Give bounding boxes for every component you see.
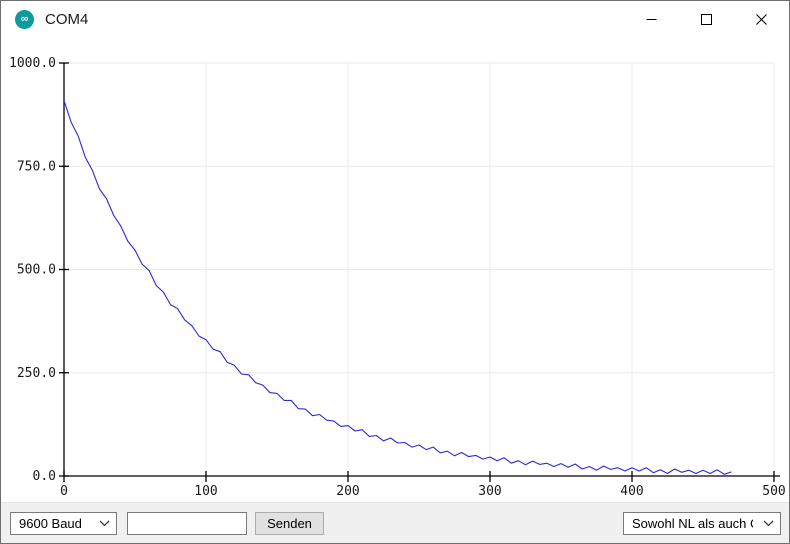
- gridlines: [64, 63, 774, 476]
- chevron-down-icon: [99, 520, 110, 527]
- svg-text:400: 400: [620, 484, 643, 499]
- svg-text:100: 100: [194, 484, 217, 499]
- svg-text:200: 200: [336, 484, 359, 499]
- minimize-icon: [646, 14, 657, 25]
- serial-message-input[interactable]: [127, 512, 247, 535]
- window-controls: [624, 1, 789, 37]
- line-ending-value: Sowohl NL als auch CR: [632, 516, 753, 531]
- arduino-logo-icon: ∞: [15, 10, 34, 29]
- chevron-down-icon: [763, 520, 774, 527]
- serial-plot: 0 100 200 300 400 500 0.0 250.0 500.0 750.0 1000.0: [1, 37, 790, 504]
- close-button[interactable]: [734, 1, 789, 37]
- svg-text:750.0: 750.0: [17, 159, 56, 174]
- svg-text:1000.0: 1000.0: [9, 56, 56, 71]
- maximize-icon: [701, 14, 712, 25]
- svg-text:500: 500: [762, 484, 785, 499]
- svg-text:300: 300: [478, 484, 501, 499]
- plot-area: 0 100 200 300 400 500 0.0 250.0 500.0 750.0 1000.0: [1, 37, 790, 504]
- data-series: [64, 101, 731, 475]
- svg-text:0.0: 0.0: [33, 469, 56, 484]
- svg-text:500.0: 500.0: [17, 263, 56, 278]
- window-title: COM4: [45, 11, 88, 28]
- close-icon: [756, 14, 767, 25]
- axis-ticks: [59, 63, 774, 482]
- serial-plotter-window: ∞ COM4: [0, 0, 790, 544]
- minimize-button[interactable]: [624, 1, 679, 37]
- maximize-button[interactable]: [679, 1, 734, 37]
- svg-text:0: 0: [60, 484, 68, 499]
- line-ending-select[interactable]: Sowohl NL als auch CR: [623, 512, 781, 535]
- baud-rate-value: 9600 Baud: [19, 516, 89, 531]
- baud-rate-select[interactable]: 9600 Baud: [10, 512, 117, 535]
- send-button[interactable]: Senden: [255, 512, 324, 535]
- tick-labels: 0 100 200 300 400 500 0.0 250.0 500.0 750.0 1000.0: [9, 56, 786, 499]
- svg-text:250.0: 250.0: [17, 366, 56, 381]
- bottom-toolbar: 9600 Baud Senden Sowohl NL als auch CR: [1, 502, 789, 543]
- titlebar: ∞ COM4: [1, 1, 789, 37]
- arduino-infinity-glyph: ∞: [21, 14, 29, 25]
